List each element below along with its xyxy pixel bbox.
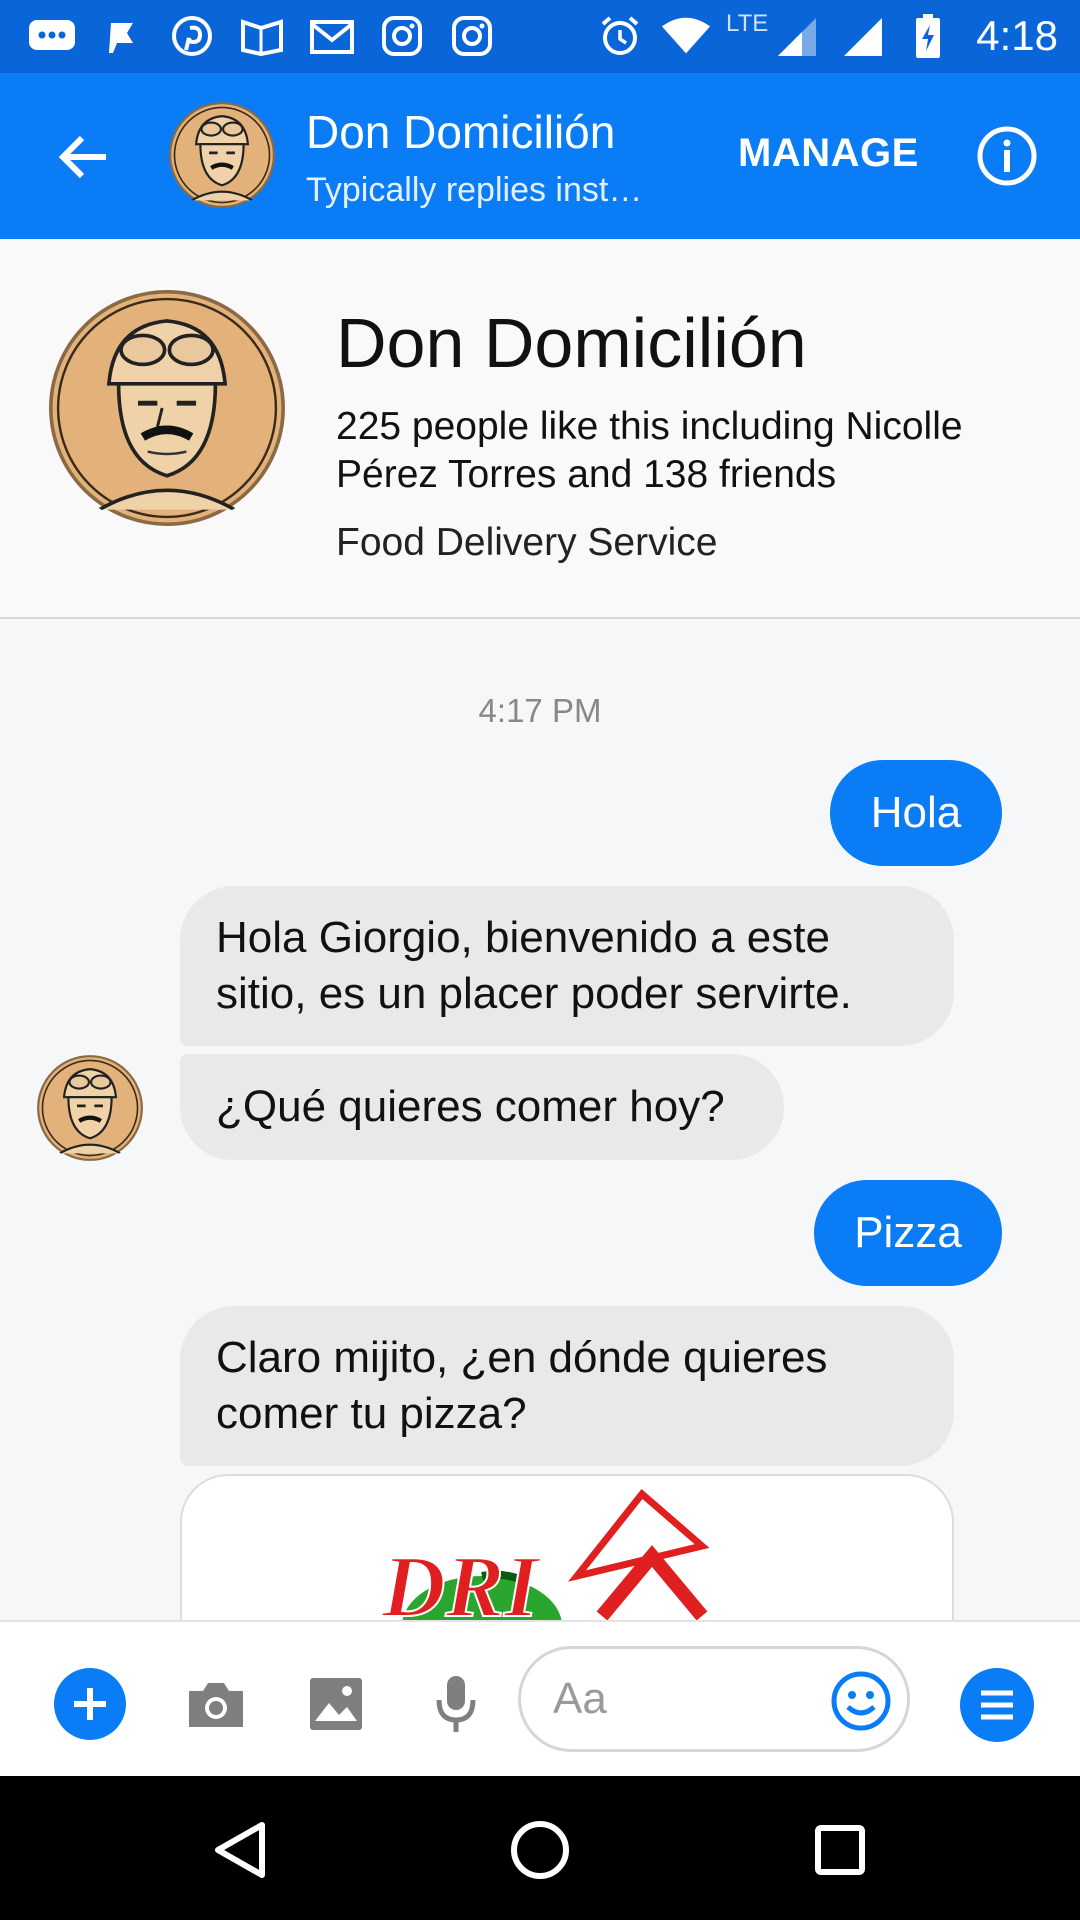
pinterest-icon xyxy=(166,14,218,58)
back-button[interactable] xyxy=(48,121,120,193)
square-recents-icon xyxy=(815,1825,865,1875)
conversation-title[interactable]: Don Domicilión xyxy=(306,105,615,159)
image-icon xyxy=(310,1678,362,1730)
wifi-icon xyxy=(660,14,712,58)
clock: 4:18 xyxy=(976,12,1058,59)
portrait-illustration xyxy=(169,102,275,208)
alarm-icon xyxy=(594,14,646,58)
gallery-button[interactable] xyxy=(300,1668,372,1740)
info-icon xyxy=(977,126,1037,186)
nav-home-button[interactable] xyxy=(500,1810,580,1890)
nav-recents-button[interactable] xyxy=(800,1810,880,1890)
plus-icon xyxy=(74,1688,106,1720)
message-input[interactable] xyxy=(553,1671,773,1727)
manage-button[interactable]: MANAGE xyxy=(738,131,919,176)
conversation-header: Don Domicilión Typically replies instant… xyxy=(0,73,1080,239)
page-likes: 225 people like this including Nicolle P… xyxy=(336,405,963,496)
instagram-icon xyxy=(376,14,428,58)
response-time-subtitle: Typically replies instantly xyxy=(306,171,656,209)
portrait-illustration xyxy=(37,1055,143,1161)
portrait-illustration xyxy=(49,290,285,526)
avatar[interactable] xyxy=(168,101,276,209)
signal-icon xyxy=(836,14,888,58)
drive-pizza-logo: DRI xyxy=(380,1488,710,1620)
message-bubble-outgoing[interactable]: Pizza xyxy=(814,1180,1002,1286)
signal-icon xyxy=(770,14,822,58)
svg-text:DRI: DRI xyxy=(381,1539,541,1620)
sender-avatar[interactable] xyxy=(36,1054,144,1162)
flag-icon xyxy=(96,14,148,58)
camera-icon xyxy=(189,1683,243,1727)
message-bubble-incoming[interactable]: Hola Giorgio, bienvenido a este sitio, e… xyxy=(180,886,954,1046)
page-avatar[interactable] xyxy=(46,287,288,529)
network-type: LTE xyxy=(726,10,769,37)
message-input-container[interactable] xyxy=(518,1646,910,1752)
instagram-icon xyxy=(446,14,498,58)
smiley-icon xyxy=(831,1671,891,1731)
gmail-icon xyxy=(306,14,358,58)
messenger-notification-icon xyxy=(26,14,78,58)
battery-charging-icon xyxy=(902,14,954,58)
circle-home-icon xyxy=(511,1821,569,1879)
page-info-card: Don Domicilión 225 people like this incl… xyxy=(0,239,1080,619)
message-bubble-incoming[interactable]: ¿Qué quieres comer hoy? xyxy=(180,1054,784,1160)
more-actions-button[interactable] xyxy=(54,1668,126,1740)
voice-button[interactable] xyxy=(420,1668,492,1740)
book-icon xyxy=(236,14,288,58)
status-bar: LTE 4:18 xyxy=(0,0,1080,73)
info-button[interactable] xyxy=(976,125,1038,187)
triangle-back-icon xyxy=(215,1822,265,1878)
message-bubble-outgoing[interactable]: Hola xyxy=(830,760,1002,866)
microphone-icon xyxy=(436,1676,476,1732)
page-name: Don Domicilión xyxy=(336,304,807,382)
camera-button[interactable] xyxy=(180,1668,252,1740)
image-attachment[interactable]: DRI xyxy=(180,1474,954,1620)
message-timestamp: 4:17 PM xyxy=(478,692,602,729)
message-composer xyxy=(0,1620,1080,1776)
menu-icon xyxy=(981,1690,1013,1720)
emoji-button[interactable] xyxy=(829,1669,893,1733)
bot-menu-button[interactable] xyxy=(960,1668,1034,1742)
nav-back-button[interactable] xyxy=(200,1810,280,1890)
system-navigation-bar xyxy=(0,1776,1080,1920)
page-category: Food Delivery Service xyxy=(336,521,718,564)
message-bubble-incoming[interactable]: Claro mijito, ¿en dónde quieres comer tu… xyxy=(180,1306,954,1466)
arrow-left-icon xyxy=(58,135,106,179)
